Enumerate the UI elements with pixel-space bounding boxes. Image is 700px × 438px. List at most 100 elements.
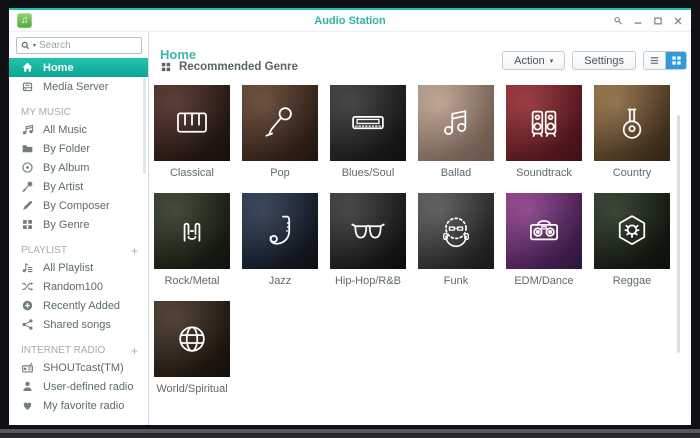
sidebar-item-label: My favorite radio	[43, 400, 124, 412]
search-icon	[21, 41, 30, 50]
action-button[interactable]: Action ▾	[502, 51, 565, 70]
add-icon[interactable]: +	[131, 346, 138, 356]
sidebar-item-icon	[21, 361, 34, 374]
genre-icon	[611, 210, 653, 252]
genre-tile-rock-metal[interactable]: Rock/Metal	[154, 193, 230, 288]
sidebar-item-label: Shared songs	[43, 319, 111, 331]
sidebar-item-icon	[21, 380, 34, 393]
settings-button[interactable]: Settings	[572, 51, 636, 70]
genre-tile-country[interactable]: Country	[594, 85, 670, 180]
sidebar-item-label: By Genre	[43, 219, 89, 231]
sidebar-item-random100[interactable]: Random100	[9, 277, 148, 296]
main-scrollbar[interactable]	[677, 115, 680, 353]
genre-tile-funk[interactable]: Funk	[418, 193, 494, 288]
sidebar-item-home[interactable]: Home	[9, 58, 148, 77]
sidebar-section-header: MY MUSIC	[9, 105, 148, 120]
genre-tile-label: Hip-Hop/R&B	[330, 275, 406, 288]
sidebar-item-icon	[21, 299, 34, 312]
genre-tile-photo	[506, 85, 582, 161]
genre-icon	[171, 210, 213, 252]
search-box[interactable]: ▾	[16, 37, 142, 54]
sidebar-section-header: PLAYLIST +	[9, 243, 148, 258]
genre-icon	[259, 210, 301, 252]
sidebar-item-all-playlist[interactable]: All Playlist	[9, 258, 148, 277]
sidebar-item-by-composer[interactable]: By Composer	[9, 196, 148, 215]
sidebar-item-shared-songs[interactable]: Shared songs	[9, 315, 148, 334]
sidebar-scrollbar[interactable]	[143, 78, 146, 174]
sidebar-section-header: INTERNET RADIO +	[9, 343, 148, 358]
sidebar-item-media-server[interactable]: Media Server	[9, 77, 148, 96]
sidebar-item-shoutcast-tm-[interactable]: SHOUTcast(TM)	[9, 358, 148, 377]
add-icon[interactable]: +	[131, 246, 138, 256]
sidebar-item-label: Random100	[43, 281, 103, 293]
genre-tile-photo	[594, 193, 670, 269]
genre-tile-label: EDM/Dance	[506, 275, 582, 288]
genre-tile-photo	[242, 193, 318, 269]
genre-icon	[611, 102, 653, 144]
screenshot-frame: ♫ Audio Station ▾ Home Media Server	[0, 0, 700, 438]
close-icon[interactable]	[672, 15, 683, 26]
sidebar-item-my-favorite-radio[interactable]: My favorite radio	[9, 396, 148, 415]
genre-tile-label: Soundtrack	[506, 167, 582, 180]
list-view-button[interactable]	[644, 52, 665, 69]
genre-tile-label: Ballad	[418, 167, 494, 180]
sidebar-item-label: User-defined radio	[43, 381, 134, 393]
genre-tile-hip-hop-r-b[interactable]: Hip-Hop/R&B	[330, 193, 406, 288]
page-title: Home	[160, 47, 196, 62]
sidebar-item-by-album[interactable]: By Album	[9, 158, 148, 177]
genre-tile-label: World/Spiritual	[154, 383, 230, 396]
genre-tile-label: Jazz	[242, 275, 318, 288]
genre-icon	[347, 102, 389, 144]
sidebar-item-label: Recently Added	[43, 300, 120, 312]
sidebar-item-label: All Playlist	[43, 262, 93, 274]
genre-tile-jazz[interactable]: Jazz	[242, 193, 318, 288]
genre-tile-world-spiritual[interactable]: World/Spiritual	[154, 301, 230, 396]
genre-tile-label: Pop	[242, 167, 318, 180]
sidebar-item-label: By Artist	[43, 181, 83, 193]
search-input[interactable]	[39, 40, 137, 51]
genre-tile-photo	[154, 301, 230, 377]
genre-tile-photo	[330, 85, 406, 161]
sidebar-item-user-defined-radio[interactable]: User-defined radio	[9, 377, 148, 396]
minimize-icon[interactable]	[632, 15, 643, 26]
sidebar-item-icon	[21, 61, 34, 74]
genre-icon	[523, 102, 565, 144]
genre-grid-icon	[160, 61, 172, 73]
genre-tile-photo	[418, 193, 494, 269]
search-scope-caret-icon[interactable]: ▾	[33, 42, 36, 49]
sidebar-item-recently-added[interactable]: Recently Added	[9, 296, 148, 315]
genre-tile-label: Reggae	[594, 275, 670, 288]
title-bar: ♫ Audio Station	[9, 10, 691, 32]
sidebar-item-label: All Music	[43, 124, 87, 136]
sidebar-item-by-folder[interactable]: By Folder	[9, 139, 148, 158]
genre-tile-photo	[154, 193, 230, 269]
sidebar-item-icon	[21, 142, 34, 155]
genre-tile-label: Classical	[154, 167, 230, 180]
genre-icon	[171, 318, 213, 360]
action-caret-icon: ▾	[550, 57, 554, 65]
sidebar-item-icon	[21, 218, 34, 231]
genre-tile-label: Funk	[418, 275, 494, 288]
genre-tile-pop[interactable]: Pop	[242, 85, 318, 180]
grid-view-button[interactable]	[665, 52, 686, 69]
sidebar-nav: Home Media Server MY MUSIC All Music By …	[9, 58, 148, 415]
pin-icon[interactable]	[612, 15, 623, 26]
sidebar-item-icon	[21, 261, 34, 274]
genre-tile-edm-dance[interactable]: EDM/Dance	[506, 193, 582, 288]
genre-tile-blues-soul[interactable]: Blues/Soul	[330, 85, 406, 180]
genre-icon	[259, 102, 301, 144]
audio-station-app-icon: ♫	[17, 13, 32, 28]
genre-tile-ballad[interactable]: Ballad	[418, 85, 494, 180]
grid-view-icon	[671, 55, 682, 66]
sidebar-item-by-artist[interactable]: By Artist	[9, 177, 148, 196]
genre-tile-photo	[594, 85, 670, 161]
genre-tile-reggae[interactable]: Reggae	[594, 193, 670, 288]
sidebar-item-all-music[interactable]: All Music	[9, 120, 148, 139]
genre-tile-classical[interactable]: Classical	[154, 85, 230, 180]
genre-tile-soundtrack[interactable]: Soundtrack	[506, 85, 582, 180]
genre-icon	[523, 210, 565, 252]
genre-grid: Classical Pop Blues/Soul Ballad Soundtra…	[154, 85, 678, 396]
genre-icon	[435, 210, 477, 252]
sidebar-item-by-genre[interactable]: By Genre	[9, 215, 148, 234]
maximize-icon[interactable]	[652, 15, 663, 26]
